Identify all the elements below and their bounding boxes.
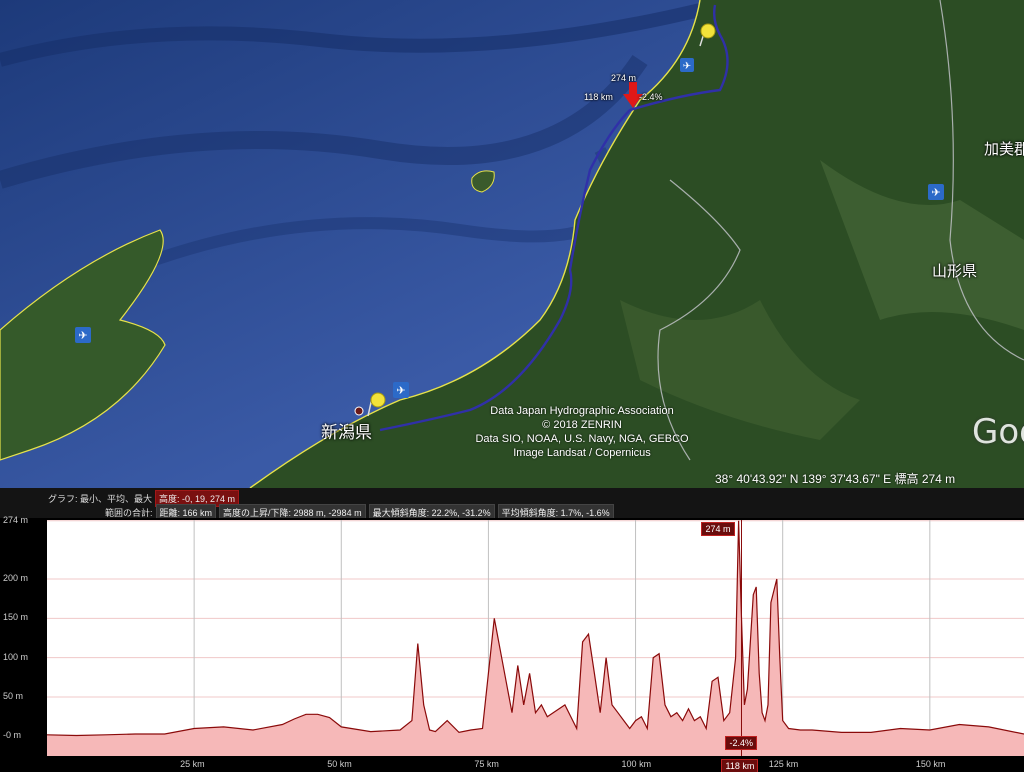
label-yamagata: 山形県 (932, 262, 978, 280)
status-coordinates: 38° 40'43.92" N 139° 37'43.67" E 標高 274 … (715, 472, 956, 486)
map-view[interactable]: ✈ ✈ ✈ ✈ 新潟県 山形県 加美郡 274 m 118 km -2.4% D… (0, 0, 1024, 488)
marker-slope: -2.4% (639, 92, 663, 102)
x-tick-label: 25 km (180, 759, 205, 769)
x-tick-label: 75 km (474, 759, 499, 769)
svg-text:✈: ✈ (396, 385, 405, 397)
y-tick-label: 150 m (3, 612, 29, 623)
map-attribution: Data Japan Hydrographic Association © 20… (462, 404, 702, 460)
svg-text:✈: ✈ (683, 61, 691, 72)
brand-logo: Goo (972, 412, 1024, 452)
city-dot (354, 406, 364, 416)
attribution-line: Data Japan Hydrographic Association (490, 405, 674, 417)
x-tick-label: 150 km (915, 759, 946, 769)
airport-icon: ✈ (75, 327, 91, 343)
label-niigata: 新潟県 (321, 423, 372, 443)
attribution-line: Image Landsat / Copernicus (513, 447, 651, 459)
elevation-profile-header: グラフ: 最小、平均、最大 高度: -0, 19, 274 m 範囲の合計: 距… (0, 488, 1024, 521)
y-tick-label: 274 m (3, 514, 29, 525)
airport-icon: ✈ (393, 382, 409, 398)
svg-text:✈: ✈ (931, 187, 940, 199)
label-kamo: 加美郡 (984, 140, 1024, 158)
airport-icon: ✈ (680, 58, 694, 72)
y-tick-label: -0 m (3, 730, 21, 741)
svg-text:✈: ✈ (78, 330, 87, 342)
selected-elevation-badge: 274 m (701, 522, 735, 536)
x-tick-label: 125 km (768, 759, 799, 769)
y-tick-label: 200 m (3, 573, 29, 583)
x-tick-label: 100 km (621, 759, 652, 769)
marker-elevation: 274 m (611, 73, 637, 83)
selected-distance-badge: 118 km (721, 759, 759, 772)
x-tick-label: 50 km (327, 759, 352, 769)
marker-distance: 118 km (584, 92, 613, 102)
attribution-line: © 2018 ZENRIN (542, 419, 622, 431)
elevation-profile-chart[interactable]: 274 m 200 m 150 m 100 m 50 m -0 m 25 km 50 km 75… (0, 514, 1024, 772)
chart-plot[interactable] (0, 518, 1024, 772)
y-tick-label: 100 m (3, 651, 29, 662)
y-tick-label: 50 m (3, 691, 24, 701)
airport-icon: ✈ (928, 184, 944, 200)
selected-slope-badge: -2.4% (725, 736, 757, 750)
attribution-line: Data SIO, NOAA, U.S. Navy, NGA, GEBCO (475, 433, 689, 445)
